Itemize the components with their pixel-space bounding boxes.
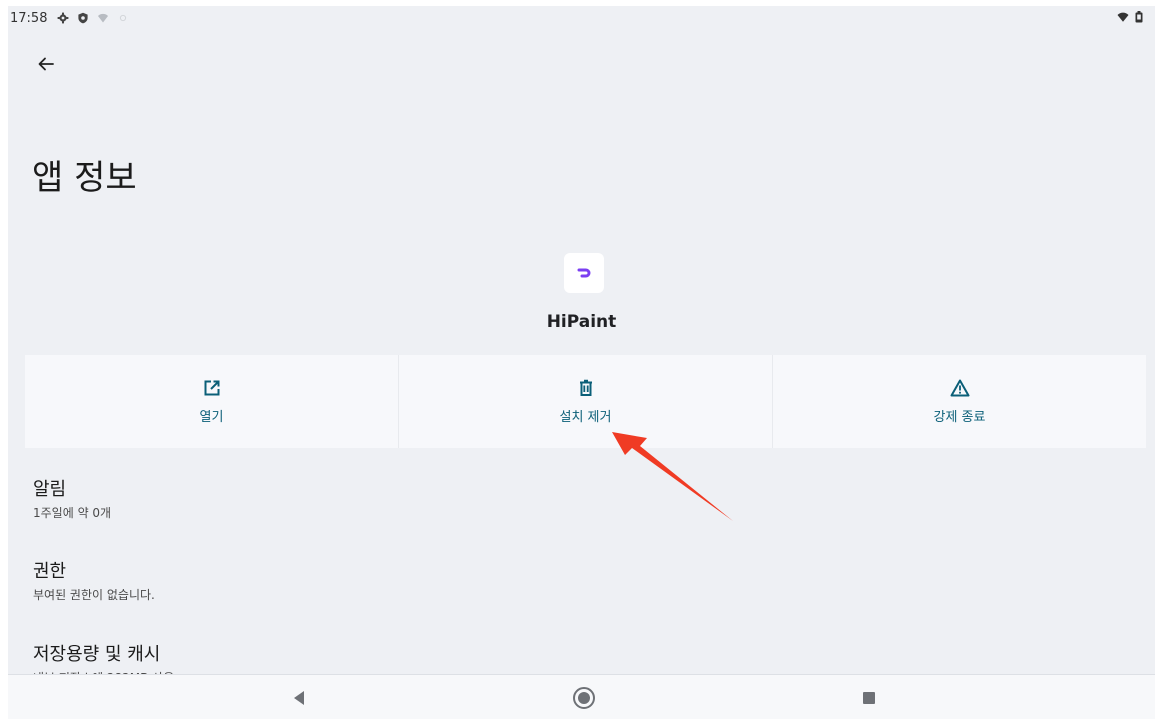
nav-recents-icon — [863, 692, 875, 704]
settings-item-subtitle: 부여된 권한이 없습니다. — [33, 588, 155, 602]
battery-icon — [1135, 11, 1143, 23]
status-bar: 17:58 — [8, 6, 1155, 30]
trash-icon — [576, 378, 596, 398]
nav-back-icon — [294, 691, 304, 705]
gear-icon — [58, 12, 69, 24]
hipaint-logo-icon — [577, 268, 591, 278]
nav-recents-button[interactable] — [856, 685, 882, 711]
uninstall-button[interactable]: 설치 제거 — [399, 355, 773, 448]
settings-item-permissions[interactable]: 권한 부여된 권한이 없습니다. — [33, 557, 155, 603]
navigation-bar — [8, 674, 1155, 719]
back-button[interactable] — [32, 50, 60, 78]
settings-item-notifications[interactable]: 알림 1주일에 약 0개 — [33, 475, 111, 521]
nav-home-icon — [573, 687, 595, 709]
open-button[interactable]: 열기 — [25, 355, 399, 448]
status-icons-left — [57, 12, 129, 24]
status-icons-right — [1117, 11, 1143, 23]
nav-home-button[interactable] — [571, 685, 597, 711]
force-stop-button-label: 강제 종료 — [933, 410, 986, 425]
warning-icon — [950, 378, 970, 398]
force-stop-button[interactable]: 강제 종료 — [773, 355, 1146, 448]
arrow-left-icon — [38, 57, 54, 71]
settings-item-subtitle: 1주일에 약 0개 — [33, 506, 112, 520]
action-row: 열기 설치 제거 강제 종료 — [25, 355, 1146, 448]
wifi-icon — [1117, 12, 1129, 22]
shield-icon — [78, 12, 89, 24]
uninstall-button-label: 설치 제거 — [559, 410, 612, 425]
settings-item-title: 권한 — [33, 561, 67, 582]
settings-item-title: 저장용량 및 캐시 — [33, 644, 161, 665]
screen: 17:58 앱 정보 HiPaint 열기 설치 제거 강제 종료 알림 1주일… — [8, 6, 1155, 719]
settings-item-title: 알림 — [33, 479, 67, 500]
open-external-icon — [202, 378, 222, 398]
status-time: 17:58 — [10, 10, 48, 26]
page-title: 앱 정보 — [32, 158, 137, 198]
app-name: HiPaint — [546, 312, 617, 332]
nav-back-button[interactable] — [286, 685, 312, 711]
wifi-question-icon — [98, 13, 109, 23]
app-icon — [564, 253, 604, 293]
open-button-label: 열기 — [199, 410, 224, 425]
notification-icon — [120, 14, 127, 22]
